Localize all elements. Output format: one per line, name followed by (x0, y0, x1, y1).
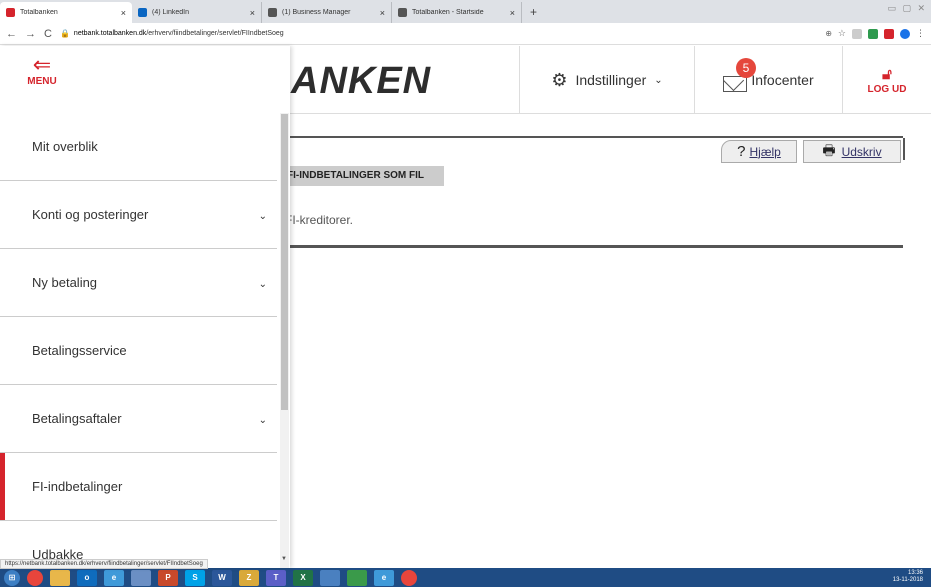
sidebar-item-konti-og-posteringer[interactable]: Konti og posteringer ⌄ (0, 181, 277, 249)
tab-title: Totalbanken (20, 9, 58, 16)
sidebar-item-mit-overblik[interactable]: Mit overblik (0, 113, 277, 181)
system-clock[interactable]: 13:36 13-11-2018 (893, 570, 923, 584)
close-tab-icon[interactable]: × (250, 8, 255, 18)
photos-icon[interactable] (347, 569, 367, 586)
logout-button[interactable]: 🔓︎ LOG UD (842, 46, 931, 114)
section-heading: FI-INDBETALINGER SOM FIL (285, 166, 444, 186)
totalbanken-favicon-icon (6, 8, 15, 17)
start-button[interactable]: ⊞ (4, 569, 20, 586)
gear-icon: ⚙ (551, 69, 568, 90)
teams-icon[interactable]: T (266, 569, 286, 586)
outlook-icon[interactable]: o (77, 569, 97, 586)
help-button[interactable]: ? Hjælp (721, 140, 797, 163)
extension-icon[interactable] (868, 28, 878, 39)
profile-avatar-icon[interactable] (900, 28, 910, 39)
sidebar-item-fi-indbetalinger[interactable]: FI-indbetalinger (0, 453, 277, 521)
reload-icon[interactable]: C (44, 28, 52, 40)
extension-icon[interactable] (884, 28, 894, 39)
browser-tab-linkedin[interactable]: (4) LinkedIn × (132, 2, 262, 23)
printer-icon: 🖶 (822, 141, 836, 158)
settings-label: Indstillinger (575, 72, 647, 88)
browser-tab-totalbanken[interactable]: Totalbanken × (0, 2, 132, 23)
infocenter-button[interactable]: Infocenter (694, 46, 842, 114)
notification-count-badge: 5 (736, 58, 756, 78)
page-favicon-icon (268, 8, 277, 17)
zoom-icon[interactable]: ⊕ (825, 29, 832, 38)
close-tab-icon[interactable]: × (380, 8, 385, 18)
sidebar-item-label: Ny betaling (32, 275, 98, 290)
skype-icon[interactable]: S (185, 569, 205, 586)
ie-icon[interactable]: e (104, 569, 124, 586)
arrow-left-icon: ⇐ (32, 52, 52, 77)
word-icon[interactable]: W (212, 569, 232, 586)
menu-toggle-button[interactable]: ⇐ MENU (22, 52, 62, 88)
windows-taskbar: ⊞ o e P S W Z T X e 13:36 13-11-2018 (0, 568, 931, 587)
chevron-down-icon: ⌄ (258, 415, 267, 426)
section-description: FI-kreditorer. (285, 213, 354, 227)
url-path: /erhverv/fiindbetalinger/servlet/FIIndbe… (146, 30, 284, 37)
lock-icon: 🔓︎ (882, 65, 892, 83)
sidebar-menu: ⇐ MENU Mit overblik Konti og posteringer… (0, 46, 290, 568)
close-tab-icon[interactable]: × (510, 8, 515, 18)
forward-icon[interactable]: → (25, 28, 36, 40)
chevron-down-icon: ⌄ (258, 279, 267, 290)
browser-tab-startside[interactable]: Totalbanken - Startside × (392, 2, 522, 23)
extension-bar: ⊕ ☆ ⋮ (825, 28, 925, 39)
menu-label: MENU (27, 76, 57, 87)
sidebar-item-betalingsservice[interactable]: Betalingsservice (0, 317, 277, 385)
envelope-icon (723, 76, 748, 92)
browser-tab-strip: Totalbanken × (4) LinkedIn × (1) Busines… (0, 0, 931, 23)
app-icon[interactable]: Z (239, 569, 259, 586)
excel-icon[interactable]: X (293, 569, 313, 586)
scroll-down-icon[interactable]: ▼ (281, 556, 287, 562)
sidebar-item-label: Betalingsaftaler (32, 411, 122, 426)
extension-icon[interactable] (852, 28, 862, 39)
address-bar: ← → C 🔒 netbank.totalbanken.dk/erhverv/f… (0, 23, 931, 45)
lock-icon: 🔒 (59, 29, 70, 38)
tab-title: (1) Business Manager (282, 9, 351, 16)
chrome-icon[interactable] (401, 569, 417, 586)
chrome-icon[interactable] (27, 569, 43, 586)
chevron-down-icon: ⌄ (258, 211, 267, 222)
bank-logo[interactable]: ANKEN (291, 60, 431, 103)
sidebar-item-betalingsaftaler[interactable]: Betalingsaftaler ⌄ (0, 385, 277, 453)
logout-label: LOG UD (867, 83, 907, 95)
new-tab-button[interactable]: + (522, 2, 545, 23)
chevron-down-icon: ⌄ (654, 74, 663, 86)
print-label: Udskriv (841, 144, 882, 159)
clock-time: 13:36 (907, 570, 923, 576)
folder-icon[interactable] (50, 569, 70, 586)
browser-tab-business-manager[interactable]: (1) Business Manager × (262, 2, 392, 23)
infocenter-label: Infocenter (751, 72, 814, 88)
question-icon: ? (737, 143, 746, 160)
powerpoint-icon[interactable]: P (158, 569, 178, 586)
link-status-url: https://netbank.totalbanken.dk/erhverv/f… (0, 559, 208, 569)
print-button[interactable]: 🖶 Udskriv (803, 140, 901, 163)
page-favicon-icon (398, 8, 407, 17)
browser-menu-icon[interactable]: ⋮ (916, 28, 925, 39)
help-label: Hjælp (749, 144, 781, 159)
monitor-icon[interactable] (320, 569, 340, 586)
settings-menu-button[interactable]: ⚙ Indstillinger ⌄ (519, 46, 694, 114)
url-host: netbank.totalbanken.dk (73, 30, 147, 37)
app-icon[interactable] (131, 569, 151, 586)
sidebar-item-label: Mit overblik (32, 139, 98, 154)
bookmark-star-icon[interactable]: ☆ (838, 28, 846, 39)
tab-title: (4) LinkedIn (152, 9, 189, 16)
sidebar-item-label: FI-indbetalinger (32, 479, 123, 494)
linkedin-favicon-icon (138, 8, 147, 17)
sidebar-item-label: Konti og posteringer (32, 207, 149, 222)
url-field[interactable]: netbank.totalbanken.dk/erhverv/fiindbeta… (74, 30, 284, 37)
back-icon[interactable]: ← (6, 28, 17, 40)
clock-date: 13-11-2018 (892, 577, 923, 583)
sidebar-item-ny-betaling[interactable]: Ny betaling ⌄ (0, 249, 277, 317)
close-tab-icon[interactable]: × (121, 8, 126, 18)
sidebar-scrollbar-thumb[interactable] (281, 114, 288, 410)
sidebar-item-label: Betalingsservice (32, 343, 127, 358)
sidebar-nav-list: Mit overblik Konti og posteringer ⌄ Ny b… (0, 113, 277, 568)
tab-title: Totalbanken - Startside (412, 9, 484, 16)
window-controls[interactable]: ▭ ▢ ✕ (887, 3, 927, 14)
ie-icon[interactable]: e (374, 569, 394, 586)
